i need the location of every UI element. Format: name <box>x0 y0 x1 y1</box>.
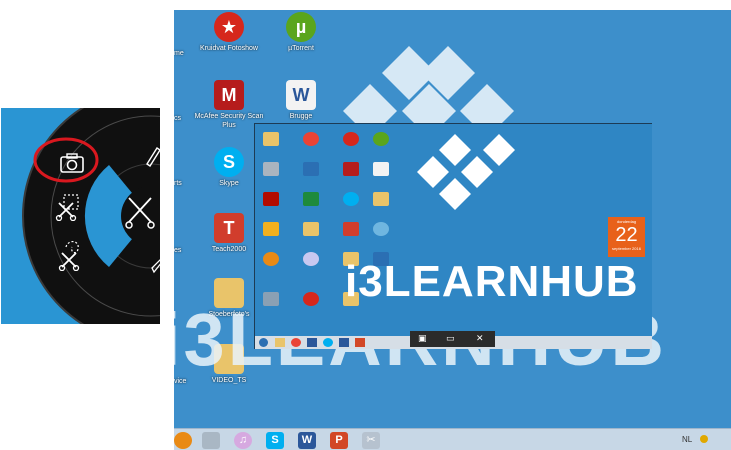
taskbar: ♫ S W P ✂ NL <box>174 428 731 450</box>
edge-label: es <box>174 247 182 254</box>
edge-label: cs <box>174 115 181 122</box>
desktop-icon-brugge[interactable]: W Brugge <box>266 80 336 121</box>
mini-app-icon[interactable] <box>263 292 279 306</box>
utorrent-icon: µ <box>286 12 316 42</box>
desktop-screenshot: me cs rts es vice ★ Kruidvat Fotoshow µ … <box>174 10 731 450</box>
mini-star-icon[interactable] <box>343 132 359 146</box>
mini-word-icon[interactable] <box>373 162 389 176</box>
start-orb-icon[interactable] <box>259 338 268 347</box>
edge-label: me <box>174 50 184 57</box>
desktop-icon-utorrent[interactable]: µ µTorrent <box>266 12 336 53</box>
snip-fullscreen-button[interactable]: ▣ <box>418 333 427 344</box>
mini-recycle-bin-icon[interactable] <box>263 162 279 176</box>
snipping-tool-icon[interactable]: ✂ <box>362 432 380 449</box>
word-document-icon: W <box>286 80 316 110</box>
snip-toolbar: ▣ ▭ ✕ <box>410 331 495 347</box>
star-icon: ★ <box>214 12 244 42</box>
scissors-icon[interactable] <box>125 194 155 230</box>
pen-icon[interactable] <box>143 144 160 168</box>
mini-skype-icon[interactable] <box>343 192 359 206</box>
radial-snip-menu <box>1 108 160 324</box>
mini-acrobat-icon[interactable] <box>263 192 279 206</box>
eraser-icon[interactable] <box>150 258 160 278</box>
desktop-icon-kruidvat[interactable]: ★ Kruidvat Fotoshow <box>194 12 264 53</box>
inner-wallpaper <box>255 124 652 349</box>
mini-app-icon[interactable] <box>263 222 279 236</box>
highlight-circle <box>33 137 99 183</box>
explorer-icon[interactable] <box>202 432 220 449</box>
mini-folder-icon[interactable] <box>263 132 279 146</box>
inner-brand-text: i3LEARNHUB <box>345 257 639 306</box>
mini-excel-icon[interactable] <box>303 192 319 206</box>
inner-screenshot: i3LEARNHUB donderdag 22 september 2016 ▣… <box>254 123 652 349</box>
mini-teach2000-icon[interactable] <box>343 222 359 236</box>
mini-utorrent-icon[interactable] <box>373 132 389 146</box>
calendar-month: september 2016 <box>612 246 641 251</box>
mini-mcafee-icon[interactable] <box>343 162 359 176</box>
word-icon[interactable] <box>339 338 349 347</box>
skype-icon: S <box>214 147 244 177</box>
mini-itunes-icon[interactable] <box>303 252 319 266</box>
snip-close-button[interactable]: ✕ <box>476 333 484 344</box>
snip-window-button[interactable]: ▭ <box>446 333 455 344</box>
start-orb-icon[interactable] <box>174 432 192 449</box>
rectangle-snip-icon[interactable] <box>55 193 81 221</box>
powerpoint-icon[interactable]: P <box>330 432 348 449</box>
freeform-snip-icon[interactable] <box>56 237 84 271</box>
explorer-icon[interactable] <box>275 338 285 347</box>
word-icon[interactable]: W <box>298 432 316 449</box>
mini-folder-icon[interactable] <box>303 222 319 236</box>
mini-app-icon[interactable] <box>303 292 319 306</box>
mini-app-icon[interactable] <box>263 252 279 266</box>
calendar-day: 22 <box>615 224 638 246</box>
mini-app-icon[interactable] <box>303 162 319 176</box>
inner-taskbar: ▣ ▭ ✕ <box>255 331 652 349</box>
skype-icon[interactable] <box>323 338 333 347</box>
mini-app-icon[interactable] <box>373 222 389 236</box>
edge-label: rts <box>174 180 182 187</box>
skype-icon[interactable]: S <box>266 432 284 449</box>
mcafee-shield-icon: M <box>214 80 244 110</box>
mini-chrome-icon[interactable] <box>303 132 319 146</box>
mini-folder-icon[interactable] <box>373 192 389 206</box>
teach2000-icon: T <box>214 213 244 243</box>
language-indicator[interactable]: NL <box>682 435 692 444</box>
chrome-icon[interactable] <box>291 338 301 347</box>
powerpoint-icon[interactable] <box>355 338 365 347</box>
tray-icon[interactable] <box>700 435 708 443</box>
calendar-weekday: donderdag <box>616 219 637 224</box>
itunes-icon[interactable]: ♫ <box>234 432 252 449</box>
calendar-gadget: donderdag 22 september 2016 <box>608 217 645 257</box>
word-icon[interactable] <box>307 338 317 347</box>
